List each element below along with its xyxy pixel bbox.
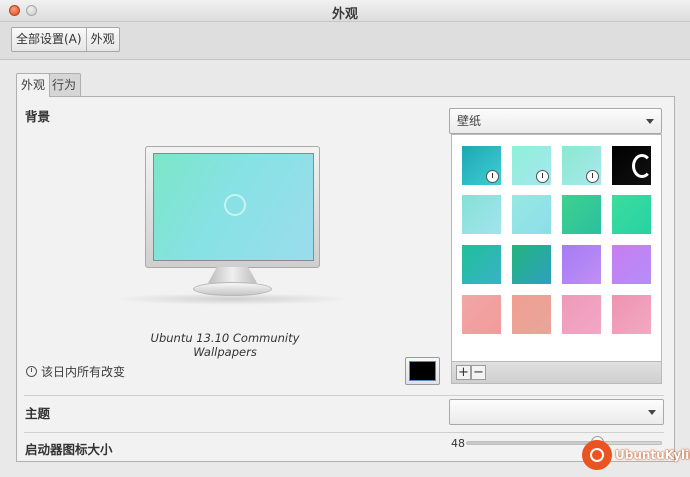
clock-icon <box>536 170 549 183</box>
remove-wallpaper-button[interactable]: − <box>471 365 486 380</box>
current-page-button[interactable]: 外观 <box>85 28 119 51</box>
clock-icon <box>586 170 599 183</box>
chevron-down-icon <box>646 119 654 124</box>
wallpaper-thumbnail[interactable] <box>512 245 551 284</box>
wallpaper-thumbnail[interactable] <box>462 295 501 334</box>
slider-fill <box>467 442 598 444</box>
ubuntukylin-logo-icon <box>582 440 612 470</box>
wallpaper-thumbnail[interactable] <box>512 146 551 185</box>
add-wallpaper-button[interactable]: + <box>456 365 471 380</box>
wallpaper-thumbnail[interactable] <box>462 146 501 185</box>
launcher-icon-size-value: 48 <box>451 437 465 450</box>
wallpaper-grid-toolbar: + − <box>451 362 662 384</box>
clock-icon <box>26 366 37 377</box>
wallpaper-thumbnail[interactable] <box>562 295 601 334</box>
tab-behavior[interactable]: 行为 <box>47 73 82 96</box>
wallpaper-name: Ubuntu 13.10 Community Wallpapers <box>150 331 300 359</box>
ubuntukylin-watermark: UbuntuKylin <box>582 440 690 470</box>
tab-appearance[interactable]: 外观 <box>16 73 51 97</box>
chevron-down-icon <box>648 410 656 415</box>
theme-label: 主题 <box>25 406 51 421</box>
wallpaper-thumbnail[interactable] <box>462 245 501 284</box>
divider <box>24 432 664 433</box>
wallpaper-thumbnail[interactable] <box>512 295 551 334</box>
wallpaper-source-select[interactable]: 壁纸 <box>449 108 662 134</box>
wallpaper-thumbnail[interactable] <box>562 245 601 284</box>
ubuntu-logo-icon <box>632 154 652 178</box>
wallpaper-thumbnail[interactable] <box>462 195 501 234</box>
wallpaper-preview-monitor <box>145 146 320 298</box>
monitor-stand <box>208 267 257 283</box>
wallpaper-thumbnail[interactable] <box>562 195 601 234</box>
wallpaper-thumbnail[interactable] <box>512 195 551 234</box>
wallpaper-thumbnail[interactable] <box>612 295 651 334</box>
change-over-day-label: 该日内所有改变 <box>41 365 126 379</box>
wallpaper-thumbnail[interactable] <box>612 146 652 185</box>
toolbar: 全部设置(A) 外观 <box>0 22 690 60</box>
wallpaper-source-value: 壁纸 <box>457 114 482 128</box>
change-over-day-toggle[interactable]: 该日内所有改变 <box>26 363 125 380</box>
wallpaper-thumbnail[interactable] <box>612 245 651 284</box>
background-section-label: 背景 <box>25 109 51 124</box>
monitor-frame <box>145 146 320 268</box>
wallpaper-thumbnail[interactable] <box>612 195 651 234</box>
launcher-icon-size-label: 启动器图标大小 <box>25 442 113 457</box>
wallpaper-grid <box>451 134 662 362</box>
ubuntu-logo-icon <box>224 194 246 216</box>
color-swatch <box>409 361 436 381</box>
watermark-text: UbuntuKylin <box>615 448 690 462</box>
breadcrumb: 全部设置(A) 外观 <box>11 27 120 52</box>
wallpaper-thumbnail[interactable] <box>562 146 601 185</box>
title-bar: 外观 <box>0 0 690 22</box>
monitor-base <box>193 282 272 296</box>
all-settings-button[interactable]: 全部设置(A) <box>12 28 86 51</box>
background-color-button[interactable] <box>405 357 440 385</box>
window-title: 外观 <box>331 7 358 22</box>
clock-icon <box>486 170 499 183</box>
divider <box>24 395 664 396</box>
theme-select[interactable] <box>449 399 664 425</box>
wallpaper-preview <box>153 153 314 261</box>
